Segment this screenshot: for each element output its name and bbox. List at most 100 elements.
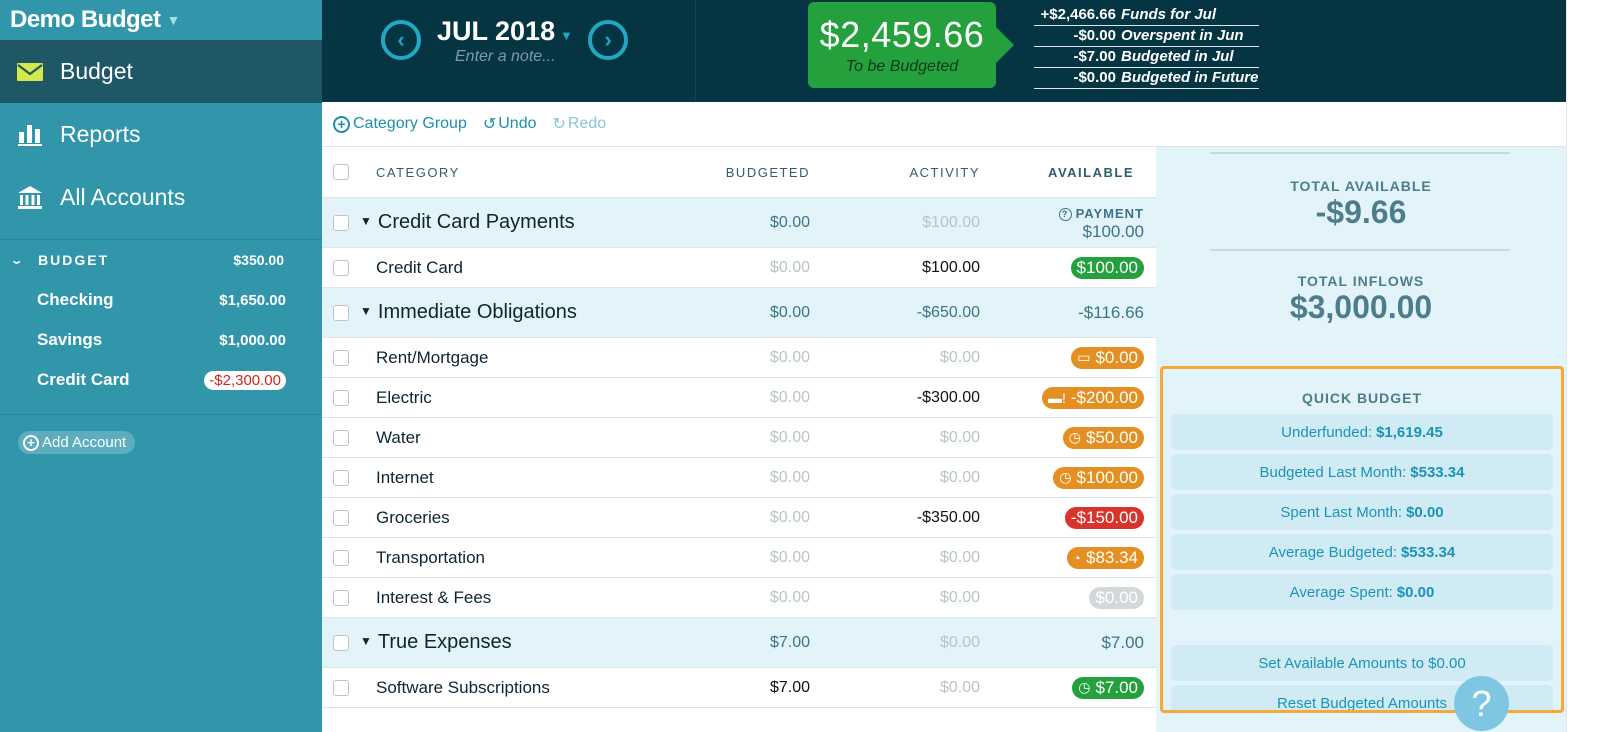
budgeted-cell[interactable]: $0.00 <box>650 349 810 367</box>
activity-cell[interactable]: $0.00 <box>810 679 980 697</box>
activity-cell[interactable]: $100.00 <box>810 259 980 277</box>
quick-budget-budgeted-last-month[interactable]: Budgeted Last Month: $533.34 <box>1171 454 1553 490</box>
category-row[interactable]: Internet $0.00 $0.00 ◷ $100.00 <box>322 458 1156 498</box>
to-be-budgeted-box[interactable]: $2,459.66 To be Budgeted <box>808 2 1014 88</box>
activity-cell[interactable]: $0.00 <box>810 429 980 447</box>
row-checkbox[interactable] <box>333 349 349 366</box>
activity-cell[interactable]: -$350.00 <box>810 509 980 527</box>
row-checkbox[interactable] <box>333 259 349 276</box>
available-pill-green[interactable]: ◷ $7.00 <box>1072 676 1144 699</box>
month-note-input[interactable]: Enter a note... <box>455 48 556 66</box>
budgeted-cell[interactable]: $7.00 <box>650 679 810 697</box>
available-cell[interactable]: ◷ $100.00 <box>980 466 1156 489</box>
category-row[interactable]: Electric $0.00 -$300.00 ▬! -$200.00 <box>322 378 1156 418</box>
category-row[interactable]: Transportation $0.00 $0.00 ◔ $83.34 <box>322 538 1156 578</box>
category-name[interactable]: Transportation <box>349 548 650 568</box>
available-cell[interactable]: ◷ $50.00 <box>980 426 1156 449</box>
category-row[interactable]: Credit Card $0.00 $100.00 $100.00 <box>322 248 1156 288</box>
available-pill-red[interactable]: -$150.00 <box>1064 506 1144 529</box>
budgeted-cell[interactable]: $0.00 <box>650 469 810 487</box>
available-cell[interactable]: ◔ $83.34 <box>980 546 1156 569</box>
available-cell[interactable]: ◷ $7.00 <box>980 676 1156 699</box>
available-pill-orange[interactable]: ▭ $0.00 <box>1071 346 1144 369</box>
row-checkbox[interactable] <box>333 389 349 406</box>
available-pill-gray[interactable]: $0.00 <box>1089 586 1144 609</box>
redo-button[interactable]: ↻ Redo <box>553 114 607 134</box>
budgeted-cell[interactable]: $0.00 <box>650 549 810 567</box>
available-cell[interactable]: $0.00 <box>980 586 1156 609</box>
activity-cell[interactable]: $0.00 <box>810 469 980 487</box>
budgeted-cell[interactable]: $0.00 <box>650 509 810 527</box>
add-category-group-button[interactable]: + Category Group <box>333 115 467 133</box>
activity-cell[interactable]: -$300.00 <box>810 389 980 407</box>
category-row[interactable]: Water $0.00 $0.00 ◷ $50.00 <box>322 418 1156 458</box>
nav-reports[interactable]: Reports <box>0 103 322 166</box>
group-name[interactable]: ▼ Credit Card Payments <box>349 211 650 234</box>
account-credit-card[interactable]: Credit Card -$2,300.00 <box>0 360 322 400</box>
activity-cell[interactable]: $0.00 <box>810 349 980 367</box>
prev-month-button[interactable]: ‹ <box>381 20 421 60</box>
account-savings[interactable]: Savings $1,000.00 <box>0 320 322 360</box>
help-button[interactable]: ? <box>1454 676 1509 731</box>
category-group-row[interactable]: ▼ Immediate Obligations $0.00 -$650.00 -$116… <box>322 288 1156 338</box>
set-available-to-zero-button[interactable]: Set Available Amounts to $0.00 <box>1171 645 1553 681</box>
available-pill-orange[interactable]: ◷ $100.00 <box>1053 466 1144 489</box>
budgeted-cell[interactable]: $0.00 <box>650 259 810 277</box>
row-checkbox[interactable] <box>333 634 349 651</box>
category-name[interactable]: Groceries <box>349 508 650 528</box>
select-all-checkbox[interactable] <box>333 164 349 180</box>
available-cell[interactable]: ▭ $0.00 <box>980 346 1156 369</box>
collapse-triangle-icon[interactable]: ▼ <box>360 214 372 228</box>
quick-budget-spent-last-month[interactable]: Spent Last Month: $0.00 <box>1171 494 1553 530</box>
category-name[interactable]: Rent/Mortgage <box>349 348 650 368</box>
category-row[interactable]: Interest & Fees $0.00 $0.00 $0.00 <box>322 578 1156 618</box>
category-group-row[interactable]: ▼ True Expenses $7.00 $0.00 $7.00 <box>322 618 1156 668</box>
row-checkbox[interactable] <box>333 549 349 566</box>
category-row[interactable]: Groceries $0.00 -$350.00 -$150.00 <box>322 498 1156 538</box>
next-month-button[interactable]: › <box>588 20 628 60</box>
group-name[interactable]: ▼ Immediate Obligations <box>349 301 650 324</box>
collapse-triangle-icon[interactable]: ▼ <box>360 634 372 648</box>
row-checkbox[interactable] <box>333 214 349 231</box>
budgeted-cell[interactable]: $0.00 <box>650 429 810 447</box>
accounts-group-header[interactable]: ⌄ BUDGET $350.00 <box>0 240 322 280</box>
category-name[interactable]: Electric <box>349 388 650 408</box>
category-row[interactable]: Rent/Mortgage $0.00 $0.00 ▭ $0.00 <box>322 338 1156 378</box>
category-name[interactable]: Water <box>349 428 650 448</box>
collapse-triangle-icon[interactable]: ▼ <box>360 304 372 318</box>
budgeted-cell[interactable]: $0.00 <box>650 589 810 607</box>
available-cell[interactable]: $100.00 <box>980 256 1156 279</box>
category-group-row[interactable]: ▼ Credit Card Payments $0.00 $100.00? PAYME… <box>322 198 1156 248</box>
activity-cell[interactable]: $0.00 <box>810 589 980 607</box>
available-pill-orange[interactable]: ▬! -$200.00 <box>1041 386 1144 409</box>
group-name[interactable]: ▼ True Expenses <box>349 631 650 654</box>
row-checkbox[interactable] <box>333 304 349 321</box>
quick-budget-average-budgeted[interactable]: Average Budgeted: $533.34 <box>1171 534 1553 570</box>
row-checkbox[interactable] <box>333 429 349 446</box>
payment-label[interactable]: ? PAYMENT <box>980 205 1144 223</box>
row-checkbox[interactable] <box>333 589 349 606</box>
nav-all-accounts[interactable]: All Accounts <box>0 166 322 229</box>
help-circle-icon[interactable]: ? <box>1058 207 1072 221</box>
category-name[interactable]: Software Subscriptions <box>349 678 650 698</box>
category-name[interactable]: Credit Card <box>349 258 650 278</box>
available-pill-green[interactable]: $100.00 <box>1070 256 1144 279</box>
row-checkbox[interactable] <box>333 469 349 486</box>
undo-button[interactable]: ↺ Undo <box>483 114 537 134</box>
available-cell[interactable]: ▬! -$200.00 <box>980 386 1156 409</box>
row-checkbox[interactable] <box>333 509 349 526</box>
quick-budget-underfunded[interactable]: Underfunded: $1,619.45 <box>1171 414 1553 450</box>
category-name[interactable]: Interest & Fees <box>349 588 650 608</box>
nav-budget[interactable]: Budget <box>0 40 322 103</box>
budget-switcher[interactable]: Demo Budget ▼ <box>0 0 322 40</box>
available-pill-orange[interactable]: ◷ $50.00 <box>1062 426 1144 449</box>
activity-cell[interactable]: $0.00 <box>810 549 980 567</box>
current-month[interactable]: JUL 2018 <box>437 16 555 47</box>
month-dropdown-icon[interactable]: ▼ <box>560 28 573 43</box>
quick-budget-average-spent[interactable]: Average Spent: $0.00 <box>1171 574 1553 610</box>
available-cell[interactable]: -$150.00 <box>980 506 1156 529</box>
category-row[interactable]: Software Subscriptions $7.00 $0.00 ◷ $7.00 <box>322 668 1156 708</box>
budgeted-cell[interactable]: $0.00 <box>650 389 810 407</box>
account-checking[interactable]: Checking $1,650.00 <box>0 280 322 320</box>
category-name[interactable]: Internet <box>349 468 650 488</box>
